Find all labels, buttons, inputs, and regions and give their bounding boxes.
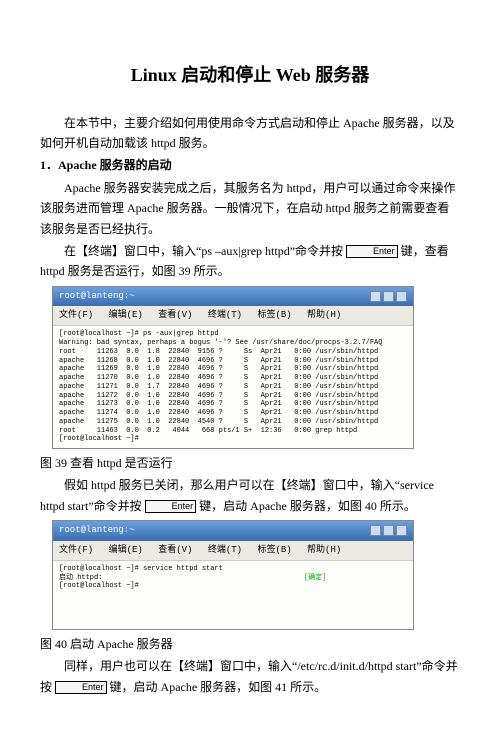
terminal-titlebar: root@lanteng:~ [53, 521, 413, 540]
menu-edit[interactable]: 编辑(E) [109, 545, 143, 555]
enter-key-badge: Enter [55, 681, 107, 694]
enter-key-badge: Enter [145, 500, 197, 513]
text-segment: 键，启动 Apache 服务器，如图 41 所示。 [110, 680, 327, 694]
terminal-output: [root@localhost ~]# service httpd start … [53, 561, 413, 629]
menu-help[interactable]: 帮助(H) [307, 545, 341, 555]
paragraph-start-apache: Apache 服务器安装完成之后，其服务名为 httpd，用户可以通过命令来操作… [40, 178, 460, 239]
maximize-icon[interactable] [383, 291, 394, 302]
close-icon[interactable] [396, 291, 407, 302]
menu-file[interactable]: 文件(F) [59, 545, 93, 555]
paragraph-ps-command: 在【终端】窗口中，输入“ps –aux|grep httpd”命令并按 Ente… [40, 241, 460, 282]
figure-39-caption: 图 39 查看 httpd 是否运行 [40, 453, 460, 473]
terminal-window: root@lanteng:~ 文件(F) 编辑(E) 查看(V) 终端(T) 标… [52, 520, 414, 630]
menu-file[interactable]: 文件(F) [59, 310, 93, 320]
figure-40: root@lanteng:~ 文件(F) 编辑(E) 查看(V) 终端(T) 标… [52, 520, 460, 630]
terminal-title: root@lanteng:~ [59, 289, 135, 304]
menu-terminal[interactable]: 终端(T) [208, 545, 242, 555]
menu-view[interactable]: 查看(V) [158, 310, 192, 320]
text-segment: 键，启动 Apache 服务器，如图 40 所示。 [199, 499, 416, 513]
terminal-menubar: 文件(F) 编辑(E) 查看(V) 终端(T) 标签(B) 帮助(H) [53, 541, 413, 561]
close-icon[interactable] [396, 525, 407, 536]
minimize-icon[interactable] [370, 525, 381, 536]
terminal-output: [root@localhost ~]# ps -aux|grep httpd W… [53, 326, 413, 448]
menu-view[interactable]: 查看(V) [158, 545, 192, 555]
terminal-window: root@lanteng:~ 文件(F) 编辑(E) 查看(V) 终端(T) 标… [52, 286, 414, 449]
output-pre: [root@localhost ~]# service httpd start … [59, 565, 304, 582]
output-ok: [确定] [304, 574, 326, 582]
menu-edit[interactable]: 编辑(E) [109, 310, 143, 320]
enter-key-badge: Enter [346, 245, 398, 258]
menu-terminal[interactable]: 终端(T) [208, 310, 242, 320]
window-buttons [370, 291, 407, 302]
figure-39: root@lanteng:~ 文件(F) 编辑(E) 查看(V) 终端(T) 标… [52, 286, 460, 449]
page-title: Linux 启动和停止 Web 服务器 [40, 60, 460, 91]
minimize-icon[interactable] [370, 291, 381, 302]
figure-40-caption: 图 40 启动 Apache 服务器 [40, 634, 460, 654]
paragraph-service-start: 假如 httpd 服务已关闭，那么用户可以在【终端】窗口中，输入“service… [40, 475, 460, 516]
text-segment: 在【终端】窗口中，输入“ps –aux|grep httpd”命令并按 [64, 244, 343, 258]
menu-help[interactable]: 帮助(H) [307, 310, 341, 320]
menu-tab[interactable]: 标签(B) [257, 545, 291, 555]
output-post: [root@localhost ~]# [59, 582, 139, 590]
terminal-title: root@lanteng:~ [59, 523, 135, 538]
paragraph-initd-start: 同样，用户也可以在【终端】窗口中，输入“/etc/rc.d/init.d/htt… [40, 656, 460, 697]
maximize-icon[interactable] [383, 525, 394, 536]
document-page: Linux 启动和停止 Web 服务器 在本节中，主要介绍如何用使用命令方式启动… [0, 0, 500, 739]
window-buttons [370, 525, 407, 536]
intro-paragraph: 在本节中，主要介绍如何用使用命令方式启动和停止 Apache 服务器，以及如何开… [40, 113, 460, 154]
terminal-titlebar: root@lanteng:~ [53, 287, 413, 306]
terminal-menubar: 文件(F) 编辑(E) 查看(V) 终端(T) 标签(B) 帮助(H) [53, 306, 413, 326]
menu-tab[interactable]: 标签(B) [257, 310, 291, 320]
section-heading-1: 1．Apache 服务器的启动 [40, 155, 460, 175]
